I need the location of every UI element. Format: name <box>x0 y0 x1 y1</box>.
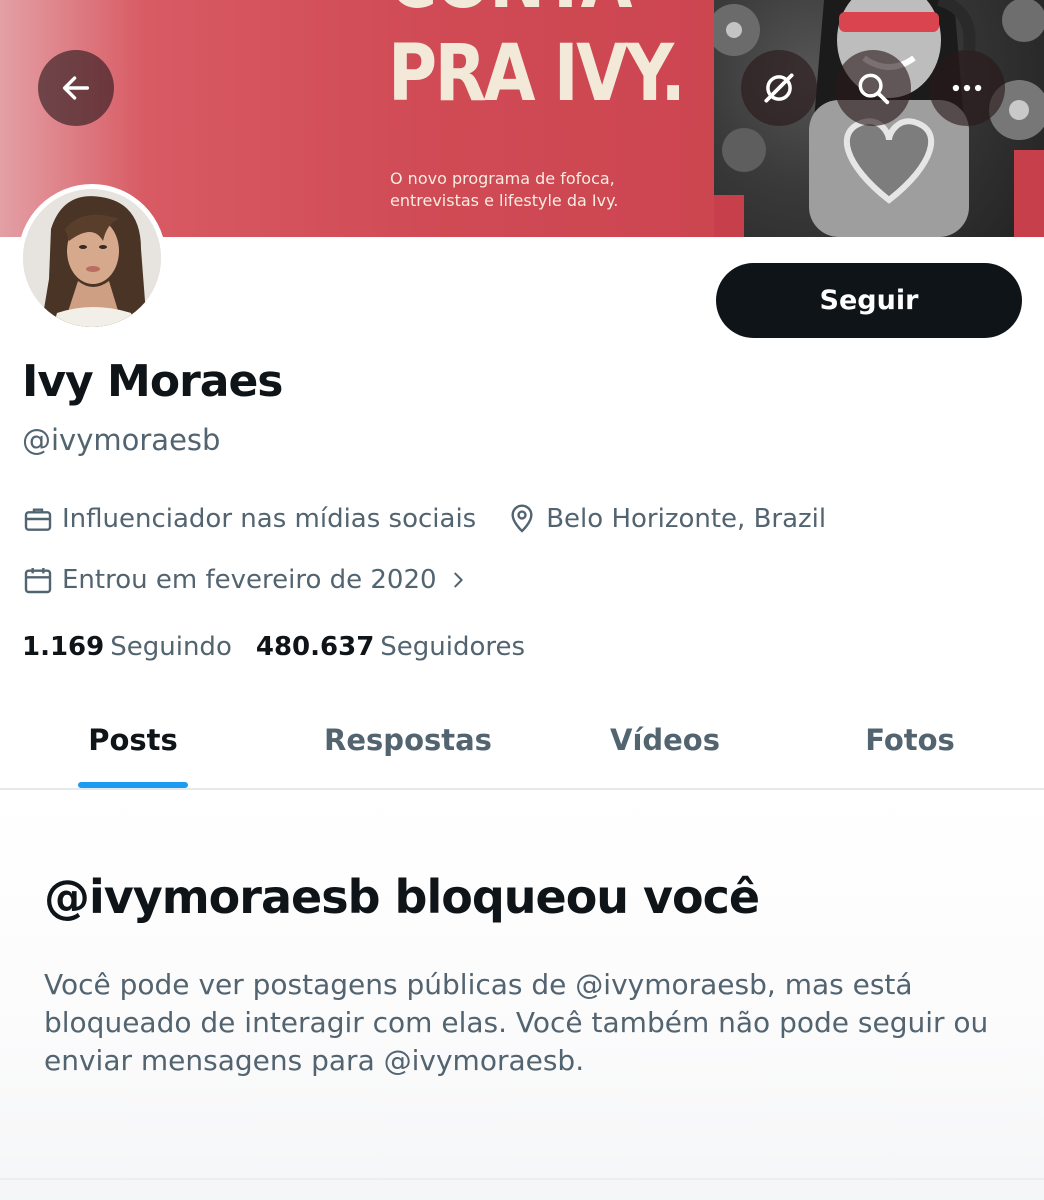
blocked-body: Você pode ver postagens públicas de @ivy… <box>44 968 989 1077</box>
followers-count: 480.637 <box>255 632 375 662</box>
banner-headline-main: PRA IVY. <box>388 29 686 119</box>
avatar[interactable] <box>18 184 166 332</box>
tab-videos[interactable]: Vídeos <box>590 692 740 788</box>
avatar-photo <box>23 189 161 327</box>
follow-counts: 1.169 Seguindo 480.637 Seguidores <box>22 632 525 662</box>
joined-text: Entrou em fevereiro de 2020 <box>62 565 437 595</box>
banner-subtitle: O novo programa de fofoca, entrevistas e… <box>390 169 619 210</box>
profession-item: Influenciador nas mídias sociais <box>22 503 476 535</box>
profile-tabs: Posts Respostas Vídeos Fotos <box>0 692 1044 790</box>
followers-link[interactable]: 480.637 Seguidores <box>256 632 525 662</box>
back-button[interactable] <box>38 50 114 126</box>
calendar-icon <box>24 568 52 594</box>
tab-posts[interactable]: Posts <box>78 692 188 788</box>
search-button[interactable] <box>835 50 911 126</box>
briefcase-icon <box>24 508 52 531</box>
location-text: Belo Horizonte, Brazil <box>546 504 827 534</box>
banner-headline-top: CONTA <box>388 0 663 24</box>
profession-text: Influenciador nas mídias sociais <box>62 504 477 534</box>
chevron-right-icon <box>453 572 463 588</box>
active-tab-indicator <box>78 782 188 788</box>
blocked-title: @ivymoraesb bloqueou você <box>44 870 760 924</box>
more-button[interactable] <box>929 50 1005 126</box>
tab-fotos[interactable]: Fotos <box>850 692 970 788</box>
following-link[interactable]: 1.169 Seguindo <box>22 632 232 662</box>
profile-handle: @ivymoraesb <box>22 423 221 457</box>
joined-row[interactable]: Entrou em fevereiro de 2020 <box>22 564 477 596</box>
follow-button[interactable]: Seguir <box>716 263 1022 338</box>
profile-display-name: Ivy Moraes <box>22 356 283 407</box>
location-pin-icon <box>511 504 533 533</box>
location-item: Belo Horizonte, Brazil <box>506 503 826 535</box>
divider <box>0 1178 1044 1180</box>
search-icon <box>858 73 890 105</box>
grok-icon <box>764 73 794 103</box>
profile-meta-row: Influenciador nas mídias sociais Belo Ho… <box>22 503 826 535</box>
grok-button[interactable] <box>741 50 817 126</box>
followers-label: Seguidores <box>380 632 526 662</box>
arrow-left-icon <box>62 76 90 100</box>
joined-item[interactable]: Entrou em fevereiro de 2020 <box>22 564 477 596</box>
tab-respostas[interactable]: Respostas <box>300 692 516 788</box>
following-count: 1.169 <box>22 632 105 662</box>
banner-headline: CONTA PRA IVY. <box>388 0 686 124</box>
following-label: Seguindo <box>110 632 232 662</box>
more-horizontal-icon <box>952 84 982 92</box>
